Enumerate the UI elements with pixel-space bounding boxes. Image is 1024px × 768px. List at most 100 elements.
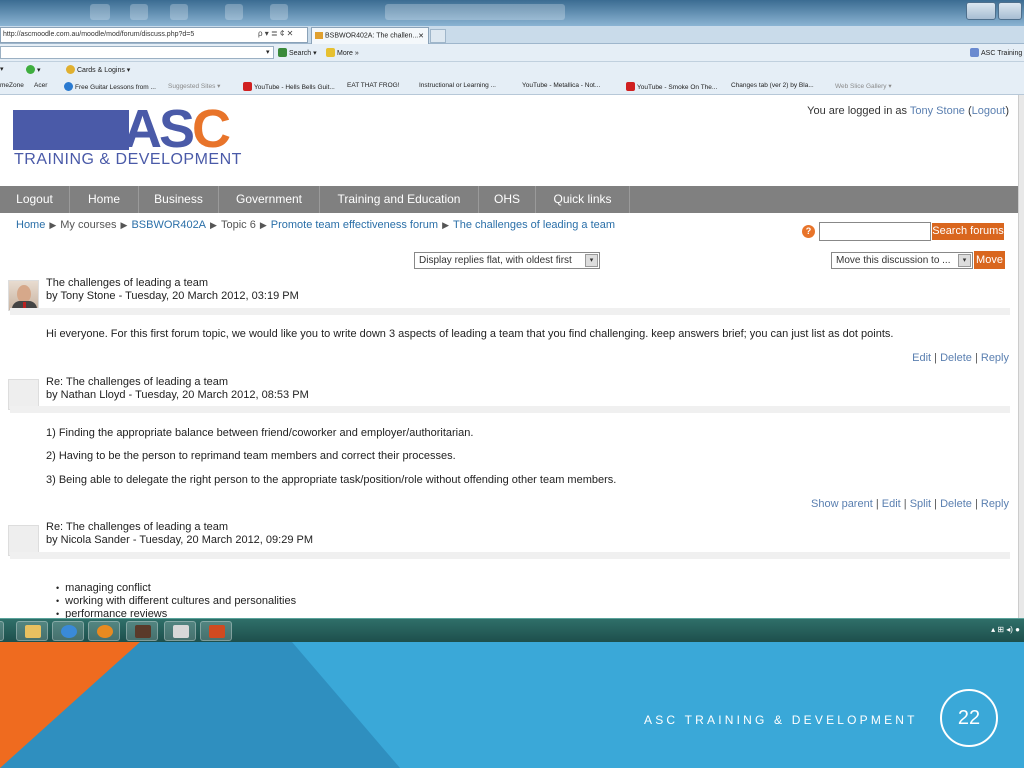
youtube-icon [626,82,635,91]
search-menu[interactable]: Search ▾ [278,48,317,57]
logout-link[interactable]: Logout [972,105,1006,117]
chevron-down-icon: ▾ [585,254,598,267]
web-page: ASC TRAINING & DEVELOPMENT You are logge… [0,95,1018,618]
breadcrumb-home[interactable]: Home [16,219,45,231]
taskbar: ▴ ⊞ ◂) ● [0,618,1024,642]
post-divider [10,552,1010,559]
app-taskbar-button[interactable] [126,621,158,641]
nav-business[interactable]: Business [139,186,219,213]
pencil-icon [326,48,335,57]
help-icon[interactable]: ? [802,225,815,238]
post-bullet-list: managing conflict working with different… [56,582,296,618]
nav-government[interactable]: Government [219,186,320,213]
chevron-down-icon[interactable]: ▾ [0,65,4,73]
new-tab-button[interactable] [430,29,446,43]
favorite-link[interactable]: Web Slice Gallery ▾ [835,82,892,90]
footer-title: ASC TRAINING & DEVELOPMENT [644,713,918,727]
blurred-tab [225,4,243,20]
delete-link[interactable]: Delete [940,498,972,510]
address-bar-icons[interactable]: ρ ▾ ≣ ¢ ✕ [258,29,293,38]
delete-link[interactable]: Delete [940,352,972,364]
system-tray[interactable]: ▴ ⊞ ◂) ● [991,625,1020,634]
avatar[interactable] [8,280,39,311]
nav-ohs[interactable]: OHS [479,186,536,213]
display-mode-value: Display replies flat, with oldest first [419,255,572,266]
split-link[interactable]: Split [910,498,931,510]
move-discussion-select[interactable]: Move this discussion to ... ▾ [831,252,973,269]
toolbar-row: ▾ ▾ Cards & Logins ▾ [0,62,1024,78]
post-title: Re: The challenges of leading a team [46,521,229,533]
favorite-label: YouTube - Hells Bells Guit... [254,84,335,91]
chevron-down-icon: ▾ [958,254,971,267]
user-link[interactable]: Tony Stone [910,105,965,117]
breadcrumb-forum[interactable]: Promote team effectiveness forum [271,219,438,231]
favorite-link[interactable]: YouTube - Smoke On The... [626,82,717,91]
blurred-tab [270,4,288,20]
page-scrollbar[interactable] [1018,95,1024,618]
nav-logout[interactable]: Logout [0,186,70,213]
document-icon [173,625,189,638]
post-divider [10,406,1010,413]
doc-taskbar-button[interactable] [164,621,196,641]
page-icon [970,48,979,57]
search-forums-button[interactable]: Search forums [932,223,1004,240]
check-icon [26,65,35,74]
search-menu-label: Search [289,50,312,57]
post-body-line: 3) Being able to delegate the right pers… [46,474,617,486]
display-mode-select[interactable]: Display replies flat, with oldest first … [414,252,600,269]
reply-link[interactable]: Reply [981,498,1009,510]
browser-search-input[interactable] [0,46,274,59]
maximize-button[interactable] [998,2,1022,20]
favorite-link[interactable]: YouTube - Hells Bells Guit... [243,82,335,91]
breadcrumb-course[interactable]: BSBWOR402A [131,219,206,231]
show-parent-link[interactable]: Show parent [811,498,873,510]
forum-search-input[interactable] [819,222,931,241]
favorite-link[interactable]: EAT THAT FROG! [347,82,400,89]
edit-link[interactable]: Edit [882,498,901,510]
favorite-link[interactable]: Suggested Sites ▾ [168,82,220,90]
favorite-link[interactable]: Acer [34,82,47,89]
more-menu[interactable]: More » [326,48,359,57]
tab-close-icon[interactable]: ✕ [418,32,424,40]
tab-forum[interactable]: BSBWOR402A: The challen... ✕ [311,27,429,44]
check-menu[interactable]: ▾ [26,65,41,74]
minimize-button[interactable] [966,2,996,20]
post-byline: by Nicola Sander - Tuesday, 20 March 201… [46,534,313,546]
favorite-link[interactable]: Free Guitar Lessons from ... [64,82,156,91]
chevron-down-icon[interactable]: ▾ [266,48,270,56]
nav-training-education[interactable]: Training and Education [320,186,479,213]
powerpoint-taskbar-button[interactable] [200,621,232,641]
command-bar: ▾ Search ▾ More » ASC Training [0,44,1024,62]
move-button[interactable]: Move [974,251,1005,269]
list-item: managing conflict [56,582,296,595]
edit-link[interactable]: Edit [912,352,931,364]
explorer-taskbar-button[interactable] [16,621,48,641]
favorite-label: YouTube - Smoke On The... [637,84,718,91]
youtube-icon [243,82,252,91]
post-actions: Show parent | Edit | Split | Delete | Re… [811,498,1009,510]
asc-training-link[interactable]: ASC Training [970,48,1022,57]
breadcrumb-discussion[interactable]: The challenges of leading a team [453,219,615,231]
cards-logins-menu[interactable]: Cards & Logins ▾ [66,65,130,74]
nav-home[interactable]: Home [70,186,139,213]
blurred-tab [170,4,188,20]
move-discussion-value: Move this discussion to ... [836,255,951,266]
slide-number: 22 [940,689,998,747]
favorite-link[interactable]: YouTube - Metallica - Not... [522,82,600,89]
cards-logins-label: Cards & Logins [77,67,125,74]
favorite-link[interactable]: Instructional or Learning ... [419,82,496,89]
post-byline: by Nathan Lloyd - Tuesday, 20 March 2012… [46,389,309,401]
breadcrumb: Home ▶ My courses ▶ BSBWOR402A ▶ Topic 6 ▶ Promo… [16,219,616,231]
favorite-link[interactable]: Changes tab (ver 2) by Bla... [731,82,814,89]
reply-link[interactable]: Reply [981,352,1009,364]
logo-subtitle: TRAINING & DEVELOPMENT [14,151,242,168]
favorite-link[interactable]: meZone [0,82,24,89]
media-taskbar-button[interactable] [88,621,120,641]
list-item: working with different cultures and pers… [56,595,296,608]
nav-quick-links[interactable]: Quick links [536,186,630,213]
tab-row: http://ascmoodle.com.au/moodle/mod/forum… [0,26,1024,44]
window-titlebar [0,0,1024,26]
ie-taskbar-button[interactable] [52,621,84,641]
asc-logo[interactable]: ASC TRAINING & DEVELOPMENT [13,99,279,175]
start-button[interactable] [0,621,4,641]
